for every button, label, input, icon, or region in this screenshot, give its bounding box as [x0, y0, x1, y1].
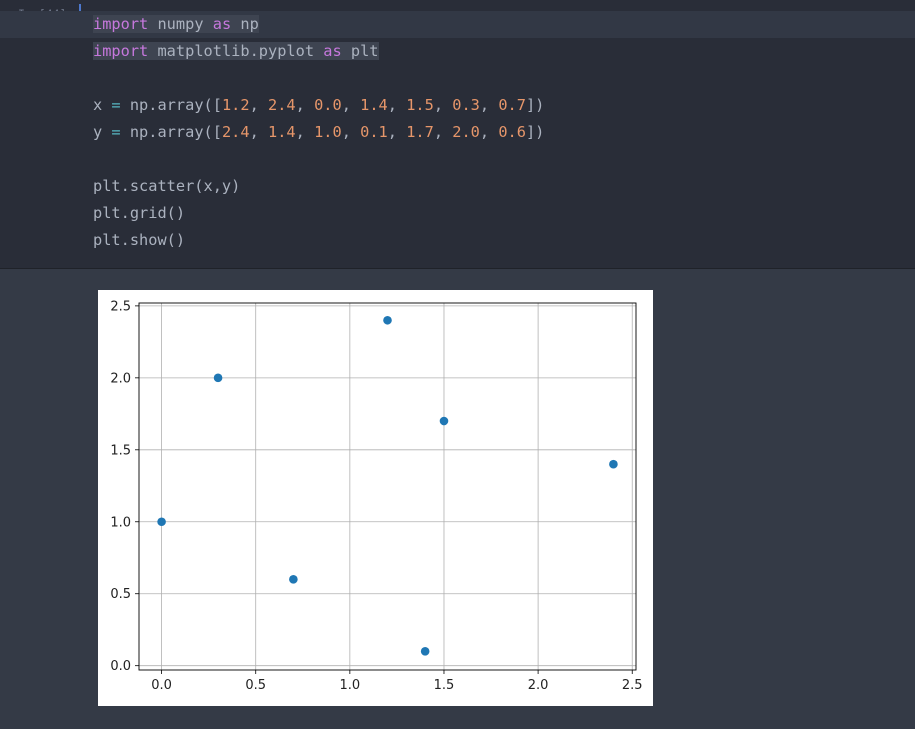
x-tick-label: 1.5 — [434, 678, 455, 693]
plot-output: 0.0 0.5 1.0 1.5 2.0 2.5 0.0 0.5 1.0 1.5 2.0 2.5 — [98, 290, 653, 706]
keyword: import — [93, 15, 149, 33]
code-line-x-array: x = np.array([1.2, 2.4, 0.0, 1.4, 1.5, 0… — [93, 92, 915, 119]
x-tick-label: 1.0 — [340, 678, 361, 693]
comma: , — [387, 123, 407, 141]
code-line-import-numpy: import numpy as np — [0, 11, 915, 38]
data-point — [609, 459, 618, 469]
module-alias: plt — [341, 42, 379, 60]
number-literal: 0.3 — [452, 96, 480, 114]
data-point — [383, 315, 392, 325]
number-literal: 1.4 — [360, 96, 388, 114]
comma: , — [341, 96, 361, 114]
number-literal: 2.4 — [268, 96, 296, 114]
comma: , — [249, 96, 269, 114]
number-literal: 0.1 — [360, 123, 388, 141]
number-literal: 1.2 — [221, 96, 250, 114]
number-literal: 0.6 — [498, 123, 526, 141]
scatter-chart: 0.0 0.5 1.0 1.5 2.0 2.5 0.0 0.5 1.0 1.5 2.0 2.5 — [110, 299, 643, 693]
function-call: np.array([ — [120, 96, 222, 114]
close-paren: ]) — [525, 123, 545, 141]
keyword: as — [212, 15, 232, 33]
comma: , — [295, 123, 315, 141]
x-tick-label: 2.5 — [622, 678, 643, 693]
x-tick-label: 2.0 — [528, 678, 549, 693]
array-values: 2.4, 1.4, 1.0, 0.1, 1.7, 2.0, 0.6 — [222, 123, 526, 141]
axes-frame — [138, 302, 637, 671]
data-point — [213, 373, 223, 383]
module-name: matplotlib.pyplot — [148, 42, 324, 60]
code-editor[interactable]: import numpy as np import matplotlib.pyp… — [0, 11, 915, 254]
comma: , — [433, 123, 453, 141]
number-literal: 2.0 — [452, 123, 480, 141]
comma: , — [433, 96, 453, 114]
comma: , — [479, 123, 499, 141]
module-name: numpy — [148, 15, 213, 33]
y-tick-label: 1.5 — [110, 443, 131, 458]
number-literal: 0.7 — [498, 96, 526, 114]
comma: , — [479, 96, 499, 114]
comma: , — [249, 123, 269, 141]
code-line-grid: plt.grid() — [93, 204, 186, 222]
keyword: import — [93, 42, 149, 60]
y-tick-label: 0.5 — [110, 587, 131, 602]
code-line-import-pyplot: import matplotlib.pyplot as plt — [93, 38, 915, 65]
number-literal: 1.4 — [268, 123, 296, 141]
comma: , — [341, 123, 361, 141]
operator: = — [111, 123, 121, 141]
x-tick-label: 0.0 — [151, 678, 172, 693]
code-line-y-array: y = np.array([2.4, 1.4, 1.0, 0.1, 1.7, 2… — [93, 119, 915, 146]
code-line-scatter: plt.scatter(x,y) — [93, 177, 241, 195]
module-alias: np — [231, 15, 259, 33]
data-point — [289, 575, 298, 584]
data-point — [157, 517, 166, 527]
array-values: 1.2, 2.4, 0.0, 1.4, 1.5, 0.3, 0.7 — [222, 96, 526, 114]
data-point — [439, 416, 449, 426]
number-literal: 0.0 — [314, 96, 342, 114]
number-literal: 1.0 — [314, 123, 342, 141]
function-call: np.array([ — [120, 123, 222, 141]
operator: = — [111, 96, 121, 114]
keyword: as — [323, 42, 342, 60]
y-tick-label: 2.5 — [110, 299, 131, 314]
code-cell[interactable]: In [44]: import numpy as np import matpl… — [0, 0, 915, 269]
comma: , — [387, 96, 407, 114]
comma: , — [295, 96, 315, 114]
number-literal: 1.5 — [406, 96, 434, 114]
variable-name: y — [93, 123, 112, 141]
y-tick-label: 2.0 — [110, 371, 131, 386]
code-line-show: plt.show() — [93, 231, 186, 249]
variable-name: x — [93, 96, 112, 114]
data-point — [420, 646, 430, 656]
x-tick-label: 0.5 — [245, 678, 266, 693]
close-paren: ]) — [525, 96, 545, 114]
number-literal: 2.4 — [221, 123, 250, 141]
y-tick-label: 1.0 — [110, 515, 131, 530]
number-literal: 1.7 — [406, 123, 434, 141]
y-tick-label: 0.0 — [110, 659, 131, 674]
